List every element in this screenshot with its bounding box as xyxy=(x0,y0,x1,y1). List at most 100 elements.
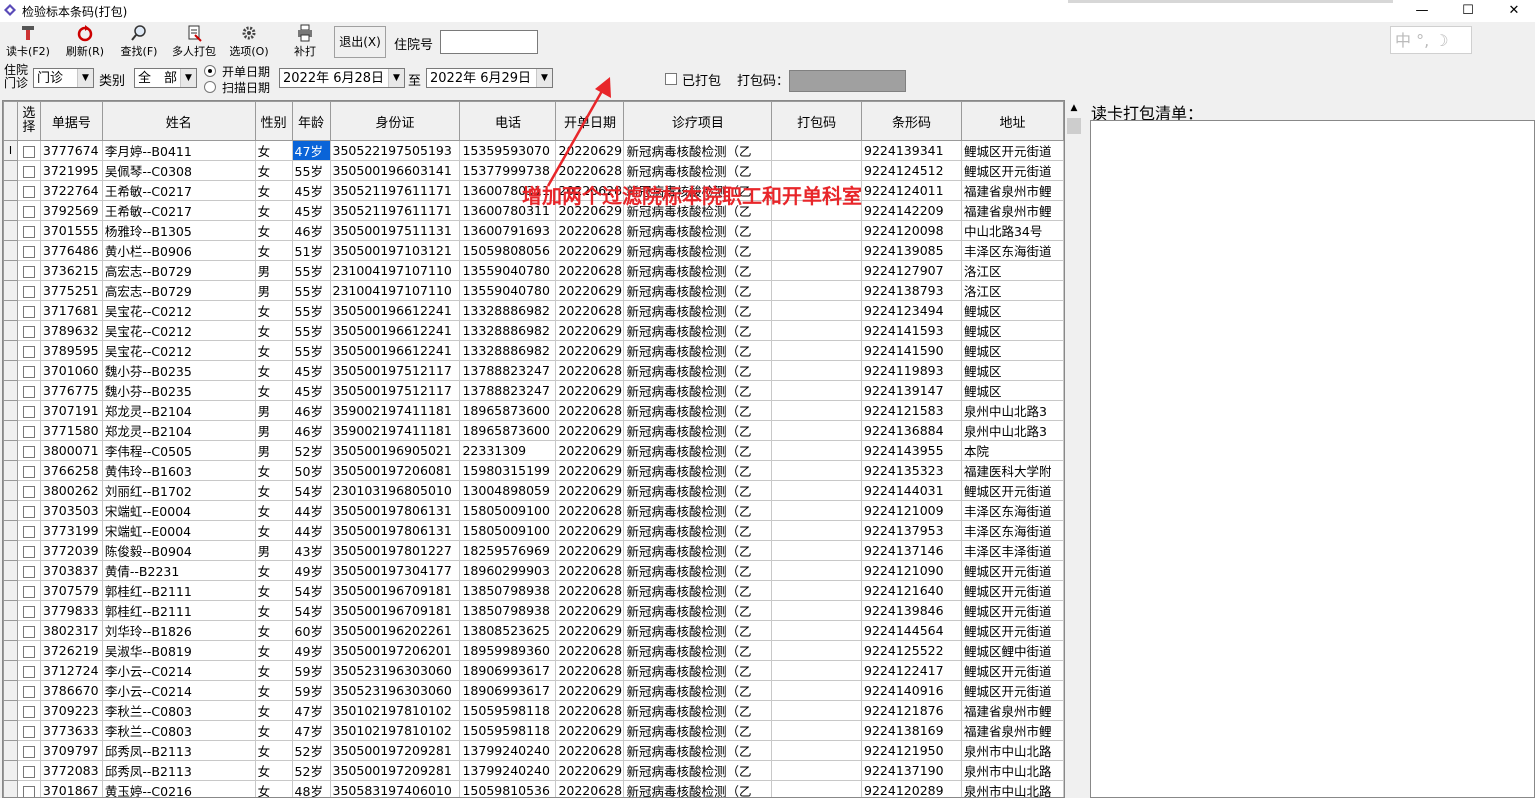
cell-doc-no[interactable]: 3766258 xyxy=(39,460,103,481)
cell-barcode[interactable]: 9224121876 xyxy=(861,700,962,721)
cell-doc-no[interactable]: 3717681 xyxy=(39,300,103,321)
cell-barcode[interactable]: 9224143955 xyxy=(861,440,962,461)
table-row[interactable]: 3701867 黄玉婷--C0216 女 48岁 350583197406010 1505… xyxy=(3,780,1064,797)
cell-sex[interactable]: 女 xyxy=(254,460,293,481)
cell-age[interactable]: 44岁 xyxy=(291,520,331,541)
row-select-cell[interactable] xyxy=(16,780,41,797)
cell-id-card[interactable]: 350521197611171 xyxy=(329,180,461,201)
row-checkbox[interactable] xyxy=(22,545,35,558)
cell-order-date[interactable]: 20220629 xyxy=(555,480,625,501)
cell-item[interactable]: 新冠病毒核酸检测（乙 xyxy=(623,420,773,441)
cell-age[interactable]: 54岁 xyxy=(291,480,331,501)
cell-order-date[interactable]: 20220629 xyxy=(555,420,625,441)
row-checkbox[interactable] xyxy=(22,345,35,358)
cell-age[interactable]: 59岁 xyxy=(291,660,331,681)
cell-package-code[interactable] xyxy=(771,320,863,341)
cell-address[interactable]: 福建省泉州市鲤 xyxy=(960,720,1064,741)
row-checkbox[interactable] xyxy=(22,365,35,378)
cell-age[interactable]: 55岁 xyxy=(291,160,331,181)
cell-item[interactable]: 新冠病毒核酸检测（乙 xyxy=(623,300,773,321)
row-select-cell[interactable] xyxy=(16,560,41,581)
row-select-cell[interactable] xyxy=(16,380,41,401)
row-checkbox[interactable] xyxy=(22,785,35,797)
table-row[interactable]: 3789595 吴宝花--C0212 女 55岁 350500196612241 1332… xyxy=(3,340,1064,361)
cell-id-card[interactable]: 350500197806131 xyxy=(329,520,461,541)
cell-package-code[interactable] xyxy=(771,520,863,541)
cell-order-date[interactable]: 20220628 xyxy=(555,640,625,661)
table-row[interactable]: I 3777674 李月婷--B0411 女 47岁 350522197505193 153… xyxy=(3,140,1064,161)
row-checkbox[interactable] xyxy=(22,705,35,718)
cell-item[interactable]: 新冠病毒核酸检测（乙 xyxy=(623,680,773,701)
row-checkbox[interactable] xyxy=(22,725,35,738)
cell-order-date[interactable]: 20220629 xyxy=(555,760,625,781)
cell-id-card[interactable]: 231004197107110 xyxy=(329,260,461,281)
cell-item[interactable]: 新冠病毒核酸检测（乙 xyxy=(623,140,773,161)
cell-address[interactable]: 鲤城区开元街道 xyxy=(960,600,1064,621)
table-row[interactable]: 3776486 黄小栏--B0906 女 51岁 350500197103121 1505… xyxy=(3,240,1064,261)
cell-barcode[interactable]: 9224139846 xyxy=(861,600,962,621)
table-row[interactable]: 3707579 郭桂红--B2111 女 54岁 350500196709181 1385… xyxy=(3,580,1064,601)
cell-package-code[interactable] xyxy=(771,440,863,461)
cell-sex[interactable]: 男 xyxy=(254,400,293,421)
cell-phone[interactable]: 13328886982 xyxy=(459,320,557,341)
cell-order-date[interactable]: 20220628 xyxy=(555,700,625,721)
table-row[interactable]: 3712724 李小云--C0214 女 59岁 350523196303060 1890… xyxy=(3,660,1064,681)
cell-phone[interactable]: 13600791693 xyxy=(459,220,557,241)
cell-sex[interactable]: 女 xyxy=(254,240,293,261)
cell-name[interactable]: 黄玉婷--C0216 xyxy=(101,780,256,797)
cell-order-date[interactable]: 20220628 xyxy=(555,780,625,797)
cell-name[interactable]: 李小云--C0214 xyxy=(101,680,256,701)
cell-age[interactable]: 46岁 xyxy=(291,220,331,241)
cell-doc-no[interactable]: 3802317 xyxy=(39,620,103,641)
table-row[interactable]: 3707191 郑龙灵--B2104 男 46岁 359002197411181 1896… xyxy=(3,400,1064,421)
cell-item[interactable]: 新冠病毒核酸检测（乙 xyxy=(623,620,773,641)
cell-id-card[interactable]: 350500197806131 xyxy=(329,500,461,521)
cell-name[interactable]: 邱秀凤--B2113 xyxy=(101,760,256,781)
cell-sex[interactable]: 女 xyxy=(254,480,293,501)
cell-order-date[interactable]: 20220629 xyxy=(555,520,625,541)
date-from-picker[interactable]: 2022年 6月28日 ▼ xyxy=(279,68,405,88)
table-row[interactable]: 3786670 李小云--C0214 女 59岁 350523196303060 1890… xyxy=(3,680,1064,701)
row-select-cell[interactable] xyxy=(16,540,41,561)
cell-age[interactable]: 52岁 xyxy=(291,440,331,461)
cell-doc-no[interactable]: 3800071 xyxy=(39,440,103,461)
cell-barcode[interactable]: 9224123494 xyxy=(861,300,962,321)
cell-order-date[interactable]: 20220629 xyxy=(555,460,625,481)
cell-phone[interactable]: 22331309 xyxy=(459,440,557,461)
cell-id-card[interactable]: 350500197512117 xyxy=(329,380,461,401)
row-select-cell[interactable] xyxy=(16,360,41,381)
cell-barcode[interactable]: 9224140916 xyxy=(861,680,962,701)
cell-id-card[interactable]: 350500196709181 xyxy=(329,600,461,621)
col-item-header[interactable]: 诊疗项目 xyxy=(623,101,773,141)
cell-address[interactable]: 泉州市中山北路 xyxy=(960,760,1064,781)
options-button[interactable]: 选项(O) xyxy=(226,24,272,60)
cell-item[interactable]: 新冠病毒核酸检测（乙 xyxy=(623,460,773,481)
cell-name[interactable]: 刘华玲--B1826 xyxy=(101,620,256,641)
cell-order-date[interactable]: 20220628 xyxy=(555,400,625,421)
cell-sex[interactable]: 女 xyxy=(254,700,293,721)
cell-sex[interactable]: 女 xyxy=(254,300,293,321)
cell-address[interactable]: 福建省泉州市鲤 xyxy=(960,200,1064,221)
row-checkbox[interactable] xyxy=(22,505,35,518)
cell-package-code[interactable] xyxy=(771,300,863,321)
col-name-header[interactable]: 姓名 xyxy=(101,101,256,141)
col-id-card-header[interactable]: 身份证 xyxy=(329,101,461,141)
row-checkbox[interactable] xyxy=(22,665,35,678)
row-select-cell[interactable] xyxy=(16,680,41,701)
cell-barcode[interactable]: 9224138793 xyxy=(861,280,962,301)
cell-barcode[interactable]: 9224121090 xyxy=(861,560,962,581)
cell-barcode[interactable]: 9224137190 xyxy=(861,760,962,781)
category-select[interactable]: 全 部 ▼ xyxy=(134,68,197,88)
cell-package-code[interactable] xyxy=(771,460,863,481)
cell-item[interactable]: 新冠病毒核酸检测（乙 xyxy=(623,360,773,381)
cell-order-date[interactable]: 20220628 xyxy=(555,660,625,681)
cell-doc-no[interactable]: 3772039 xyxy=(39,540,103,561)
cell-age[interactable]: 54岁 xyxy=(291,600,331,621)
cell-name[interactable]: 高宏志--B0729 xyxy=(101,280,256,301)
cell-age[interactable]: 46岁 xyxy=(291,420,331,441)
cell-address[interactable]: 鲤城区 xyxy=(960,340,1064,361)
cell-barcode[interactable]: 9224120098 xyxy=(861,220,962,241)
cell-package-code[interactable] xyxy=(771,140,863,161)
cell-package-code[interactable] xyxy=(771,780,863,797)
cell-address[interactable]: 泉州中山北路3 xyxy=(960,420,1064,441)
